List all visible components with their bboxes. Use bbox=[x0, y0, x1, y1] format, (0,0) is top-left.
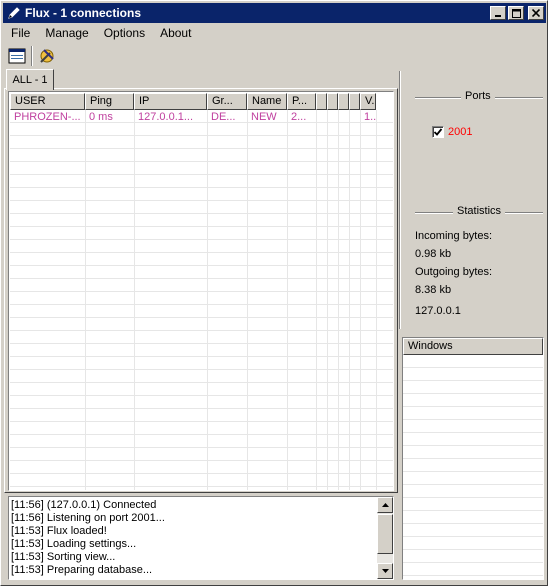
windows-gridlines bbox=[403, 355, 543, 579]
menu-options[interactable]: Options bbox=[96, 26, 152, 40]
connections-list[interactable]: USER Ping IP Gr... Name P... V. PHROZEN-… bbox=[8, 91, 394, 491]
grid-vline bbox=[85, 110, 86, 490]
grid-vline bbox=[316, 110, 317, 490]
window-list-icon[interactable] bbox=[6, 45, 28, 67]
menu-file[interactable]: File bbox=[3, 26, 37, 40]
cell-group: DE... bbox=[211, 111, 236, 123]
grid-vline bbox=[247, 110, 248, 490]
tab-all[interactable]: ALL - 1 bbox=[6, 69, 54, 90]
cell-ip: 127.0.0.1... bbox=[138, 111, 194, 123]
outgoing-label: Outgoing bytes: bbox=[415, 266, 493, 278]
close-button[interactable] bbox=[528, 6, 544, 20]
incoming-label: Incoming bytes: bbox=[415, 230, 493, 242]
menu-bar: File Manage Options About bbox=[3, 24, 546, 42]
log-line: [11:53] Flux loaded! bbox=[11, 525, 107, 537]
column-version[interactable]: V. bbox=[360, 93, 376, 110]
minimize-button[interactable] bbox=[490, 6, 506, 20]
window-title: Flux - 1 connections bbox=[25, 6, 142, 20]
title-bar[interactable]: Flux - 1 connections bbox=[3, 3, 546, 23]
windows-header[interactable]: Windows bbox=[403, 338, 543, 355]
pencil-icon bbox=[6, 5, 22, 21]
column-blank-3[interactable] bbox=[338, 93, 349, 110]
column-ip[interactable]: IP bbox=[134, 93, 207, 110]
menu-manage[interactable]: Manage bbox=[37, 26, 95, 40]
log-box[interactable]: [11:56] (127.0.0.1) Connected [11:56] Li… bbox=[8, 496, 394, 580]
cell-p: 2... bbox=[291, 111, 307, 123]
cell-ping: 0 ms bbox=[89, 111, 113, 123]
cell-name: NEW bbox=[251, 111, 277, 123]
toolbar bbox=[3, 44, 61, 68]
column-blank-4[interactable] bbox=[349, 93, 360, 110]
scroll-thumb[interactable] bbox=[377, 514, 393, 554]
grid-vline bbox=[134, 110, 135, 490]
cell-blank-4 bbox=[349, 111, 360, 124]
toolbar-separator bbox=[31, 46, 33, 66]
log-scrollbar[interactable] bbox=[377, 497, 393, 579]
incoming-value: 0.98 kb bbox=[415, 248, 452, 260]
scroll-down-icon[interactable] bbox=[377, 563, 393, 579]
log-line: [11:53] Loading settings... bbox=[11, 538, 137, 550]
column-p[interactable]: P... bbox=[287, 93, 316, 110]
column-group[interactable]: Gr... bbox=[207, 93, 247, 110]
sidebar-divider bbox=[399, 71, 401, 329]
ports-title: Ports bbox=[461, 90, 495, 102]
log-line: [11:56] Listening on port 2001... bbox=[11, 512, 165, 524]
statistics-title: Statistics bbox=[453, 205, 506, 217]
log-line: [11:53] Preparing database... bbox=[11, 564, 153, 576]
column-name[interactable]: Name bbox=[247, 93, 287, 110]
log-line: [11:56] (127.0.0.1) Connected bbox=[11, 499, 157, 511]
grid-vline bbox=[207, 110, 208, 490]
cell-version: 1... bbox=[364, 111, 376, 123]
list-header: USER Ping IP Gr... Name P... V. bbox=[10, 93, 376, 110]
grid-vline bbox=[349, 110, 350, 490]
table-row[interactable]: PHROZEN-... 0 ms 127.0.0.1... DE... NEW … bbox=[10, 111, 376, 124]
column-blank-1[interactable] bbox=[316, 93, 327, 110]
log-line: [11:53] Sorting view... bbox=[11, 551, 116, 563]
cell-user: PHROZEN-... bbox=[14, 111, 81, 123]
port-checkbox[interactable] bbox=[432, 126, 444, 138]
maximize-button[interactable] bbox=[508, 6, 524, 20]
grid-vline bbox=[287, 110, 288, 490]
outgoing-value: 8.38 kb bbox=[415, 284, 452, 296]
windows-list[interactable]: Windows bbox=[402, 337, 544, 580]
grid-vline bbox=[327, 110, 328, 490]
settings-tools-icon[interactable] bbox=[36, 45, 58, 67]
column-ping[interactable]: Ping bbox=[85, 93, 134, 110]
cell-blank-3 bbox=[338, 111, 349, 124]
grid-vline bbox=[360, 110, 361, 490]
cell-blank-2 bbox=[327, 111, 338, 124]
cell-blank-1 bbox=[316, 111, 327, 124]
list-gridlines bbox=[10, 110, 393, 490]
grid-vline bbox=[376, 110, 377, 490]
log-lines: [11:56] (127.0.0.1) Connected [11:56] Li… bbox=[11, 499, 377, 577]
ip-value: 127.0.0.1 bbox=[415, 305, 461, 317]
menu-about[interactable]: About bbox=[152, 26, 198, 40]
grid-vline bbox=[338, 110, 339, 490]
port-label[interactable]: 2001 bbox=[448, 126, 472, 138]
column-user[interactable]: USER bbox=[10, 93, 85, 110]
scroll-up-icon[interactable] bbox=[377, 497, 393, 513]
main-window: Flux - 1 connections File Manage Options… bbox=[0, 0, 548, 586]
column-blank-2[interactable] bbox=[327, 93, 338, 110]
